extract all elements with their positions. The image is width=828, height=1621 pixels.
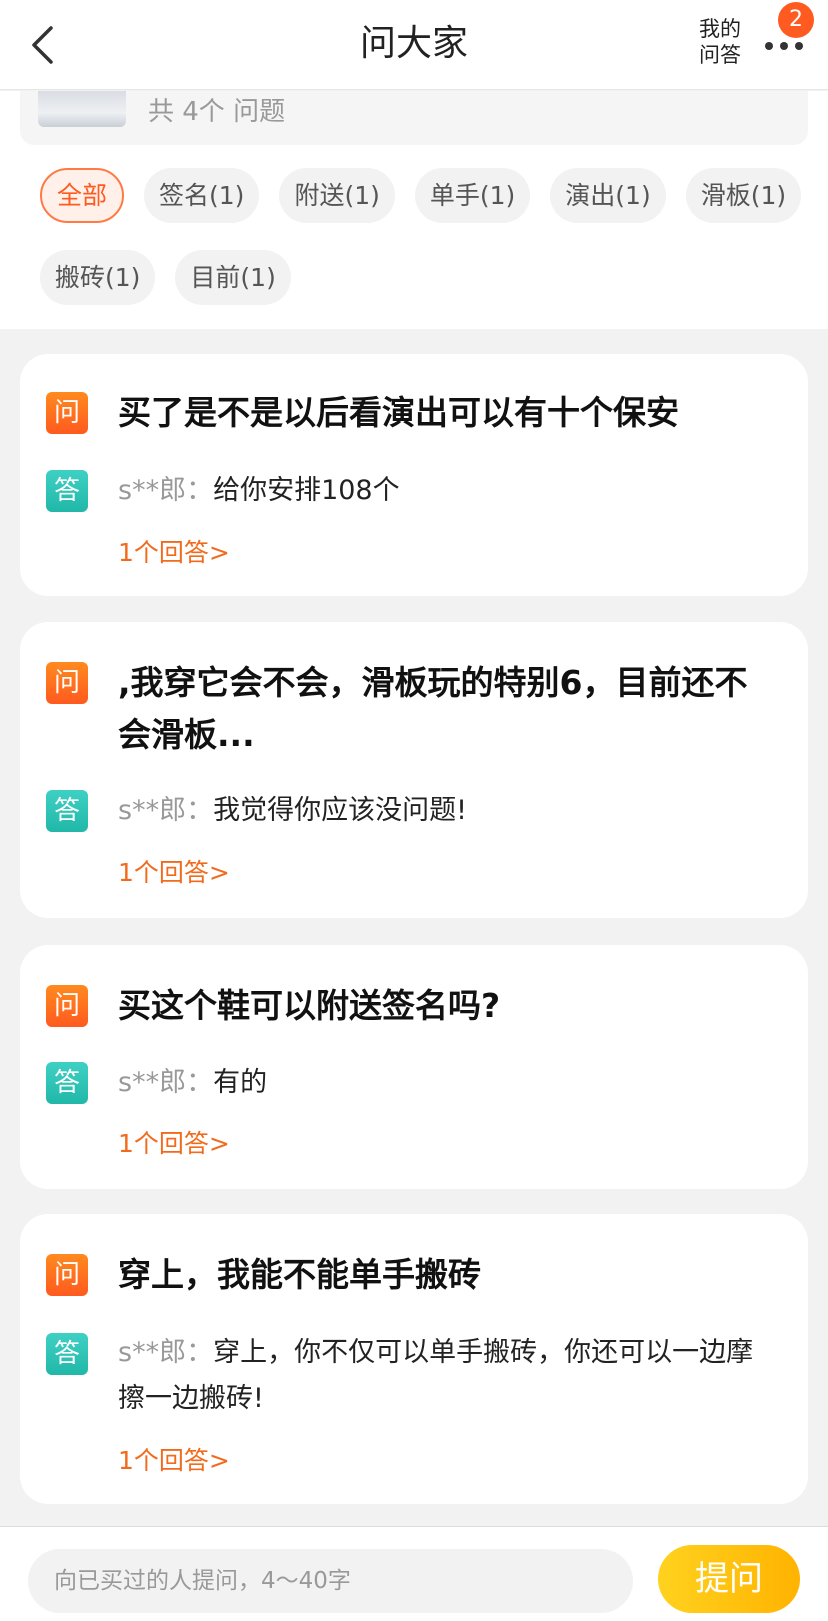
question-icon: 问 bbox=[46, 1254, 88, 1296]
qa-card[interactable]: 问 买了是不是以后看演出可以有十个保安 答 s**郎：给你安排108个 1个回答… bbox=[20, 354, 808, 596]
my-qa-link[interactable]: 我的 问答 bbox=[690, 16, 750, 68]
my-qa-label-line2: 问答 bbox=[699, 43, 741, 67]
answer-count-link[interactable]: 1个回答> bbox=[118, 1127, 230, 1161]
answer-text: 给你安排108个 bbox=[213, 475, 400, 506]
more-horizontal-icon bbox=[765, 42, 803, 50]
answer-row: s**郎：我觉得你应该没问题! bbox=[118, 788, 778, 834]
product-thumbnail bbox=[38, 91, 126, 127]
question-text: 买了是不是以后看演出可以有十个保安 bbox=[118, 393, 679, 432]
answer-count-link[interactable]: 1个回答> bbox=[118, 536, 230, 570]
answer-user: s**郎： bbox=[118, 1337, 214, 1368]
answer-icon: 答 bbox=[46, 1333, 88, 1375]
answer-text: 我觉得你应该没问题! bbox=[213, 795, 467, 826]
tag-gift[interactable]: 附送(1) bbox=[279, 168, 395, 223]
answer-row: s**郎：穿上，你不仅可以单手搬砖，你还可以一边摩擦一边搬砖! bbox=[118, 1330, 778, 1422]
question-text: ,我穿它会不会，滑板玩的特别6，目前还不会滑板... bbox=[118, 663, 748, 754]
notification-badge: 2 bbox=[778, 2, 814, 38]
tag-all[interactable]: 全部 bbox=[40, 168, 125, 223]
question-text: 穿上，我能不能单手搬砖 bbox=[118, 1255, 481, 1294]
answer-icon: 答 bbox=[46, 1062, 88, 1104]
question-count: 共 4个 问题 bbox=[148, 97, 286, 127]
answer-icon: 答 bbox=[46, 790, 88, 832]
tag-skateboard[interactable]: 滑板(1) bbox=[685, 168, 802, 223]
answer-count-link[interactable]: 1个回答> bbox=[118, 856, 230, 890]
answer-user: s**郎： bbox=[118, 1067, 214, 1098]
tag-bricks[interactable]: 搬砖(1) bbox=[40, 250, 156, 305]
question-icon: 问 bbox=[46, 392, 88, 434]
tag-one-hand[interactable]: 单手(1) bbox=[414, 168, 531, 223]
answer-text: 有的 bbox=[213, 1067, 268, 1098]
ask-input[interactable] bbox=[28, 1549, 633, 1613]
ask-bar: 提问 bbox=[0, 1526, 828, 1621]
tag-filter-list: 全部 签名(1) 附送(1) 单手(1) 演出(1) 滑板(1) 搬砖(1) 目… bbox=[40, 168, 820, 305]
nav-header: 问大家 我的 问答 2 bbox=[0, 0, 828, 90]
question-icon: 问 bbox=[46, 662, 88, 704]
filter-panel: 共 4个 问题 全部 签名(1) 附送(1) 单手(1) 演出(1) 滑板(1)… bbox=[0, 91, 828, 329]
tag-signature[interactable]: 签名(1) bbox=[144, 168, 260, 223]
answer-count-link[interactable]: 1个回答> bbox=[118, 1444, 230, 1478]
answer-user: s**郎： bbox=[118, 475, 214, 506]
tag-currently[interactable]: 目前(1) bbox=[175, 250, 291, 305]
qa-card[interactable]: 问 买这个鞋可以附送签名吗? 答 s**郎：有的 1个回答> bbox=[20, 945, 808, 1189]
answer-icon: 答 bbox=[46, 470, 88, 512]
question-icon: 问 bbox=[46, 985, 88, 1027]
qa-card[interactable]: 问 ,我穿它会不会，滑板玩的特别6，目前还不会滑板... 答 s**郎：我觉得你… bbox=[20, 622, 808, 918]
answer-user: s**郎： bbox=[118, 795, 214, 826]
answer-row: s**郎：给你安排108个 bbox=[118, 468, 778, 514]
question-text: 买这个鞋可以附送签名吗? bbox=[118, 986, 501, 1025]
my-qa-label-line1: 我的 bbox=[699, 17, 741, 41]
answer-text: 穿上，你不仅可以单手搬砖，你还可以一边摩擦一边搬砖! bbox=[118, 1337, 754, 1414]
ask-button[interactable]: 提问 bbox=[658, 1545, 800, 1613]
tag-performance[interactable]: 演出(1) bbox=[550, 168, 666, 223]
product-summary[interactable]: 共 4个 问题 bbox=[20, 91, 808, 145]
answer-row: s**郎：有的 bbox=[118, 1060, 778, 1106]
qa-card[interactable]: 问 穿上，我能不能单手搬砖 答 s**郎：穿上，你不仅可以单手搬砖，你还可以一边… bbox=[20, 1214, 808, 1504]
